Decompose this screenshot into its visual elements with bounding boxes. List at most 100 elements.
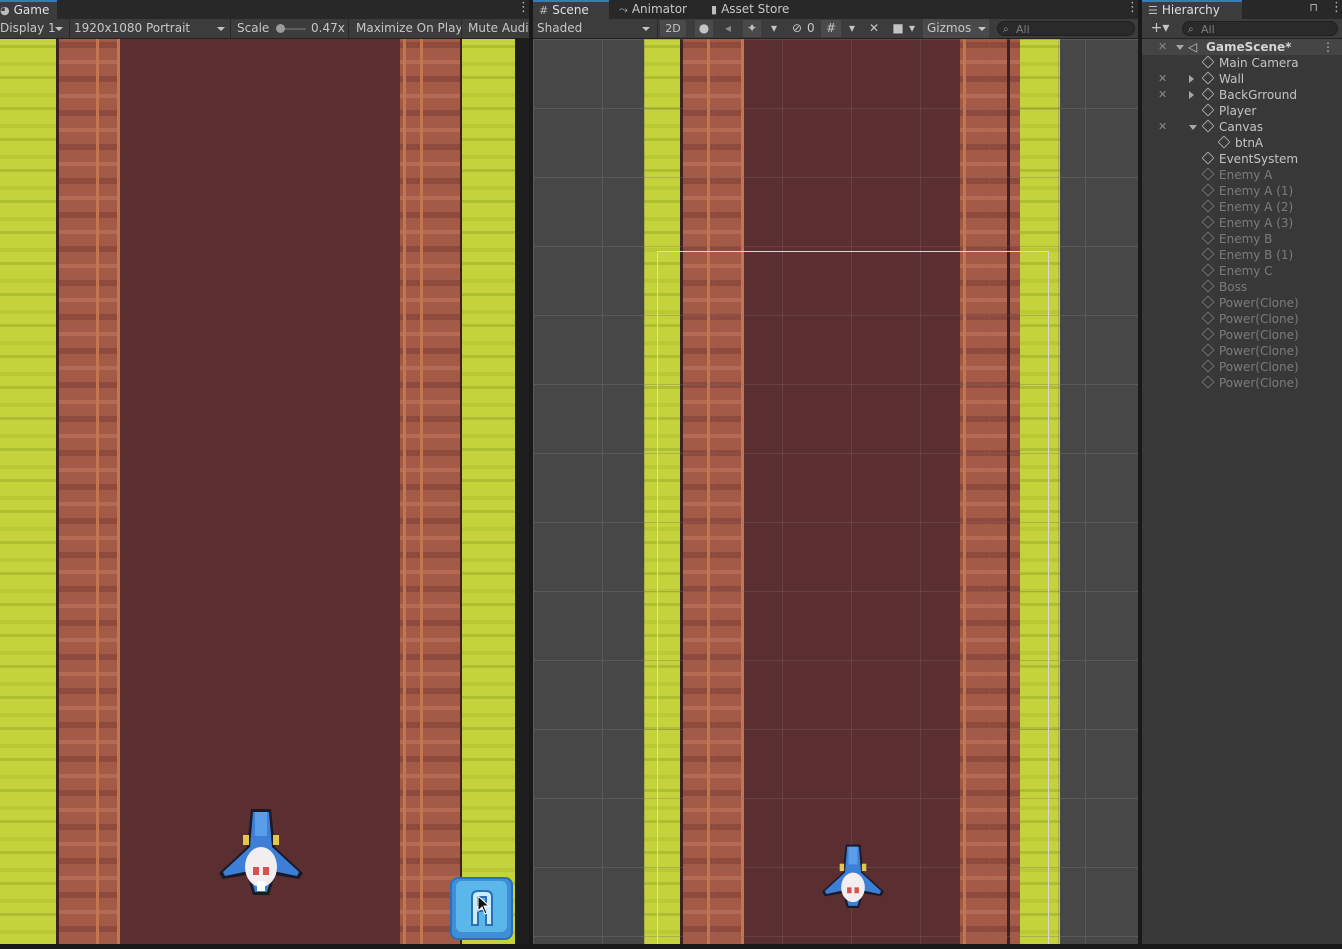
grid-dropdown-icon[interactable]: ▾	[847, 20, 857, 37]
hierarchy-item-label: Canvas	[1219, 120, 1264, 134]
resolution-dropdown[interactable]: 1920x1080 Portrait	[74, 19, 228, 38]
hierarchy-more-icon[interactable]: ⋮	[1330, 1, 1342, 17]
tab-game[interactable]: ◕ Game	[0, 0, 58, 19]
display-dropdown[interactable]: Display 1	[0, 19, 66, 38]
resolution-label: 1920x1080 Portrait	[74, 21, 191, 35]
unity-scene-icon: ◁	[1188, 40, 1198, 54]
hidden-icon[interactable]: ✕	[1158, 89, 1172, 101]
tab-asset-store[interactable]: ▮ Asset Store	[705, 0, 797, 19]
scale-value: 0.47x	[311, 21, 345, 35]
hierarchy-item[interactable]: Enemy A (1)	[1142, 183, 1342, 199]
collapse-arrow-icon[interactable]	[1189, 91, 1194, 99]
hierarchy-item[interactable]: btnA	[1142, 135, 1342, 151]
game-panel: ◕ Game ⋮ Display 1 1920x1080 Portrait Sca…	[0, 0, 529, 944]
mute-audio-toggle[interactable]: Mute Audio	[468, 19, 529, 38]
hierarchy-item[interactable]: Enemy B (1)	[1142, 247, 1342, 263]
hidden-icon[interactable]: ✕	[1158, 73, 1172, 85]
game-canvas	[0, 39, 515, 944]
player-ship	[219, 809, 303, 895]
scale-slider-thumb[interactable]	[276, 24, 285, 33]
collapse-arrow-icon[interactable]	[1189, 75, 1194, 83]
hierarchy-item[interactable]: Power(Clone)	[1142, 327, 1342, 343]
scene-player-ship	[821, 844, 885, 909]
toggle-2d-button[interactable]: 2D	[660, 20, 686, 37]
gameobject-cube-icon	[1201, 311, 1215, 325]
gameobject-cube-icon	[1201, 359, 1215, 373]
expand-arrow-icon[interactable]	[1189, 125, 1197, 130]
add-object-button[interactable]: +▾	[1146, 20, 1174, 37]
scene-toolbar: Shaded 2D ● ◂ ✦ ▾ ⊘ 0 # ▾ ✕ ■ ▾ Gizmos ⌕…	[533, 19, 1138, 39]
game-view[interactable]	[0, 39, 529, 944]
tab-hierarchy[interactable]: ☰ Hierarchy	[1142, 0, 1242, 19]
hierarchy-item-label: Power(Clone)	[1219, 344, 1299, 358]
search-icon: ⌕	[1188, 24, 1194, 35]
scene-name: GameScene*	[1206, 40, 1292, 54]
hierarchy-item[interactable]: ✕ Canvas	[1142, 119, 1342, 135]
hierarchy-item[interactable]: Player	[1142, 103, 1342, 119]
hierarchy-tabbar: ☰ Hierarchy ⊓ ⋮	[1142, 0, 1342, 20]
visibility-toggle-icon[interactable]: ⊘	[787, 20, 807, 37]
hierarchy-item[interactable]: Enemy A (2)	[1142, 199, 1342, 215]
left-dirt-shadow	[56, 39, 59, 944]
gameobject-cube-icon	[1201, 119, 1215, 133]
scene-more-icon[interactable]: ⋮	[1126, 1, 1138, 17]
effects-toggle-icon[interactable]: ✦	[743, 20, 761, 37]
hierarchy-item-label: Power(Clone)	[1219, 328, 1299, 342]
hierarchy-item-label: Boss	[1219, 280, 1248, 294]
camera-icon[interactable]: ■	[889, 20, 907, 37]
hierarchy-item-label: Enemy A (1)	[1219, 184, 1294, 198]
maximize-on-play-toggle[interactable]: Maximize On Play	[356, 19, 463, 38]
grid-toggle-icon[interactable]: #	[821, 20, 841, 37]
tab-animator[interactable]: ⤳ Animator	[613, 0, 695, 19]
hierarchy-search-input[interactable]: ⌕ All	[1182, 21, 1338, 36]
hidden-icon[interactable]: ✕	[1158, 41, 1172, 53]
hierarchy-item[interactable]: Enemy C	[1142, 263, 1342, 279]
game-more-icon[interactable]: ⋮	[517, 1, 529, 17]
hierarchy-item-label: Enemy A (2)	[1219, 200, 1294, 214]
hierarchy-item[interactable]: EventSystem	[1142, 151, 1342, 167]
hierarchy-item[interactable]: ✕ BackGrround	[1142, 87, 1342, 103]
hierarchy-item[interactable]: Power(Clone)	[1142, 295, 1342, 311]
effects-dropdown-icon[interactable]: ▾	[769, 20, 779, 37]
hierarchy-item[interactable]: Enemy A (3)	[1142, 215, 1342, 231]
right-grass	[462, 39, 515, 944]
scene-tabbar: # Scene ⤳ Animator ▮ Asset Store ⋮	[533, 0, 1138, 20]
draw-mode-dropdown[interactable]: Shaded	[537, 19, 653, 38]
scale-slider[interactable]	[276, 24, 306, 33]
hierarchy-item-label: Enemy A	[1219, 168, 1273, 182]
tools-icon[interactable]: ✕	[865, 20, 883, 37]
gameobject-cube-icon	[1201, 103, 1215, 117]
audio-toggle-icon[interactable]: ◂	[719, 20, 737, 37]
hierarchy-item-label: Enemy A (3)	[1219, 216, 1294, 230]
scene-view[interactable]	[533, 39, 1138, 944]
hierarchy-item[interactable]: Power(Clone)	[1142, 359, 1342, 375]
search-icon: ⌕	[1003, 24, 1009, 35]
tab-scene[interactable]: # Scene	[533, 0, 609, 19]
camera-dropdown-icon[interactable]: ▾	[907, 20, 917, 37]
hierarchy-item-label: Player	[1219, 104, 1257, 118]
hierarchy-item[interactable]: Boss	[1142, 279, 1342, 295]
scene-row[interactable]: ✕ ◁ GameScene* ⋮	[1142, 39, 1342, 55]
hidden-icon[interactable]: ✕	[1158, 121, 1172, 133]
scene-search-input[interactable]: ⌕ All	[997, 21, 1135, 36]
hierarchy-tree: ✕ ◁ GameScene* ⋮ Main Camera ✕ Wall ✕ BackGr…	[1142, 39, 1342, 944]
expand-arrow-icon[interactable]	[1176, 45, 1184, 50]
lighting-toggle-icon[interactable]: ●	[695, 20, 713, 37]
gameobject-cube-icon	[1201, 215, 1215, 229]
scene-search-placeholder: All	[1016, 23, 1030, 36]
hierarchy-item[interactable]: Enemy A	[1142, 167, 1342, 183]
hierarchy-item[interactable]: Main Camera	[1142, 55, 1342, 71]
game-tabbar: ◕ Game ⋮	[0, 0, 529, 20]
hierarchy-item[interactable]: Enemy B	[1142, 231, 1342, 247]
hierarchy-item[interactable]: ✕ Wall	[1142, 71, 1342, 87]
hierarchy-item-label: EventSystem	[1219, 152, 1299, 166]
hierarchy-item[interactable]: Power(Clone)	[1142, 343, 1342, 359]
hierarchy-item[interactable]: Power(Clone)	[1142, 375, 1342, 391]
lock-icon[interactable]: ⊓	[1309, 1, 1318, 14]
hierarchy-item[interactable]: Power(Clone)	[1142, 311, 1342, 327]
scene-more-icon[interactable]: ⋮	[1322, 39, 1334, 55]
hierarchy-item-label: Power(Clone)	[1219, 312, 1299, 326]
gizmos-dropdown[interactable]: Gizmos	[923, 19, 989, 38]
gameobject-cube-icon	[1201, 87, 1215, 101]
hierarchy-item-label: Power(Clone)	[1219, 360, 1299, 374]
